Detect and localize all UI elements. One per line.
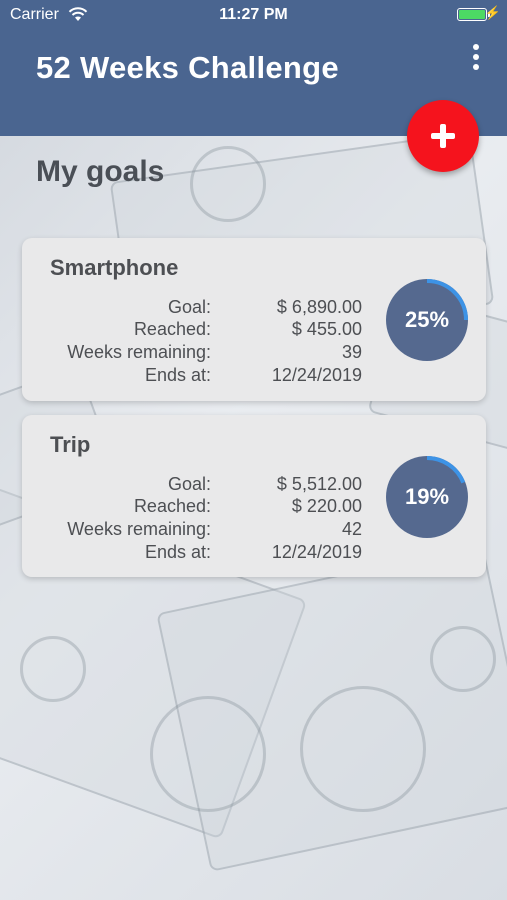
goal-card[interactable]: Smartphone Goal: $ 6,890.00 Reached: $ 4… [22,238,486,401]
reached-label: Reached: [133,319,211,339]
ends-at-label: Ends at: [144,365,211,385]
app-title: 52 Weeks Challenge [36,50,339,85]
reached-value: $ 455.00 [291,319,362,339]
weeks-remaining-label: Weeks remaining: [67,519,211,539]
ends-at-value: 12/24/2019 [271,542,362,562]
weeks-remaining-value: 42 [341,519,362,539]
goal-name: Trip [50,432,91,457]
ends-row: Ends at: 12/24/2019 [22,365,486,387]
progress-percent: 25% [404,307,450,332]
banknote-seal-decoration [300,686,426,812]
progress-ring: 19% [386,456,474,544]
status-time: 11:27 PM [219,6,288,23]
reached-value: $ 220.00 [291,496,362,516]
ends-at-value: 12/24/2019 [271,365,362,385]
goal-card[interactable]: Trip Goal: $ 5,512.00 Reached: $ 220.00 … [22,415,486,577]
banknote-seal-decoration [20,636,86,702]
ends-at-label: Ends at: [144,542,211,562]
add-goal-button[interactable] [407,100,479,172]
reached-label: Reached: [133,496,211,516]
page-title: My goals [36,155,165,188]
weeks-remaining-value: 39 [341,342,362,362]
progress-ring: 25% [386,279,474,367]
banknote-seal-decoration [190,146,266,222]
banknote-seal-decoration [150,696,266,812]
goal-label: Goal: [167,474,211,494]
goal-name: Smartphone [50,255,179,280]
progress-percent: 19% [404,484,450,509]
ends-row: Ends at: 12/24/2019 [22,542,486,564]
weeks-remaining-label: Weeks remaining: [67,342,211,362]
banknote-seal-decoration [430,626,496,692]
goal-value: $ 5,512.00 [276,474,362,494]
more-vertical-icon[interactable] [471,44,481,72]
charging-icon: ⚡ [484,5,501,20]
goal-label: Goal: [167,297,211,317]
status-bar: Carrier 11:27 PM ⚡ [0,0,507,30]
goal-value: $ 6,890.00 [276,297,362,317]
battery-icon [457,8,490,21]
